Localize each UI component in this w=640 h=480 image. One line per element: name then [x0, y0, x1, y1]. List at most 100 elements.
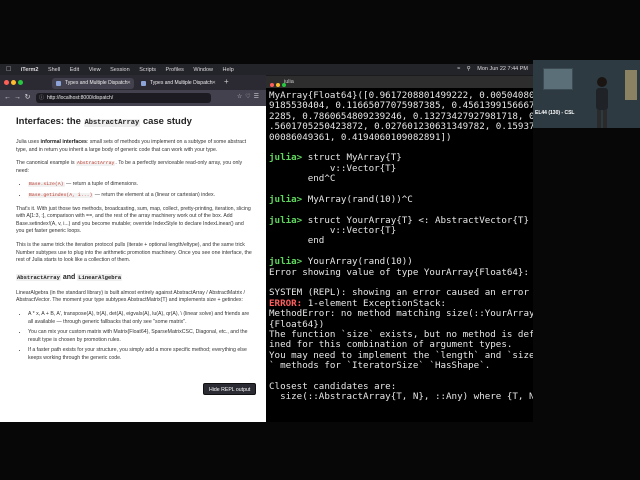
method-list: Base.size(A) — return a tuple of dimensi… [28, 181, 252, 199]
terminal-line: end [269, 236, 533, 246]
zoom-window-icon[interactable] [18, 80, 23, 85]
menu-app-name[interactable]: iTerm2 [21, 65, 39, 75]
terminal-text: SYSTEM (REPL): showing an error caused a… [269, 287, 529, 299]
terminal-text: end [269, 235, 325, 247]
menu-item-session[interactable]: Session [110, 65, 130, 75]
terminal-text: 2285, 0.7860654809239246, 0.132734279279… [269, 110, 533, 122]
terminal-line: size(::AbstractArray{T, N}, ::Any) where… [269, 392, 533, 402]
list-item: You can mix your custom matrix with Matr… [28, 329, 252, 344]
list-item: Base.getindex(A, i...) — return the elem… [28, 192, 252, 200]
repl-prompt: julia> [269, 214, 308, 226]
menu-item-shell[interactable]: Shell [48, 65, 60, 75]
terminal-text: You may need to implement the `length` a… [269, 349, 533, 361]
apple-icon[interactable]:  [6, 64, 11, 75]
camera-label: EL44 (130) - CSL [535, 110, 575, 116]
paragraph: The canonical example is AbstractArray. … [16, 160, 243, 174]
section-heading: Interfaces: the AbstractArray case study [16, 116, 192, 127]
terminal-text: 00086049361, 0.4194060109082891]) [269, 131, 452, 143]
terminal-text: {Float64}) [269, 318, 325, 330]
subsection-heading: AbstractArray and LinearAlgebra [16, 273, 123, 281]
camera-background-window [543, 68, 573, 90]
menu-item-window[interactable]: Window [193, 65, 213, 75]
tab-label: Types and Multiple Dispatch [150, 80, 213, 86]
browser-tab-active[interactable]: Types and Multiple Dispatch ✕ [52, 78, 134, 89]
terminal-line: Error showing value of type YourArray{Fl… [269, 267, 533, 278]
tab-close-icon[interactable]: ✕ [127, 78, 131, 89]
reload-icon[interactable]: ↻ [23, 93, 32, 103]
new-tab-icon[interactable]: + [224, 77, 229, 86]
webcam-feed: EL44 (130) - CSL [533, 60, 640, 128]
camera-light [625, 70, 637, 100]
terminal-text: ` methods for `IteratorSize` `HasShape`. [269, 360, 491, 372]
wifi-icon[interactable]: ≈ [457, 64, 460, 75]
browser-tab[interactable]: Types and Multiple Dispatch ✕ [137, 78, 219, 89]
hide-repl-output-button[interactable]: Hide REPL output [203, 383, 257, 395]
terminal-text: struct MyArray{T} [307, 152, 402, 164]
window-controls [270, 80, 288, 92]
terminal-text: The function `size` exists, but no metho… [269, 328, 533, 340]
menu-bar:  iTerm2 Shell Edit View Session Scripts… [0, 64, 533, 75]
paragraph: LinearAlgebra (in the standard library) … [16, 289, 245, 304]
terminal-text: 1-element ExceptionStack: [307, 297, 447, 309]
terminal-text: v::Vector{T} [269, 225, 397, 237]
menu-status-area: ≈ ⚲ Mon Jun 22 7:44 PM [452, 64, 528, 75]
paragraph: This is the same trick the iteration pro… [16, 241, 252, 264]
terminal-text: 9185530404, 0.11665077075987385, 0.45613… [269, 100, 533, 112]
terminal-text: size(::AbstractArray{T, N}, ::Any) where… [269, 391, 533, 403]
list-item: If a faster path exists for your structu… [28, 347, 252, 362]
menu-clock[interactable]: Mon Jun 22 7:44 PM [477, 64, 528, 75]
menu-item-view[interactable]: View [89, 65, 101, 75]
terminal-text: ined for this combination of argument ty… [269, 339, 513, 351]
minimize-window-icon[interactable] [11, 80, 16, 85]
menu-item-profiles[interactable]: Profiles [166, 65, 184, 75]
address-bar[interactable]: ⓘ http://localhost:8000/dispatch/ [36, 93, 211, 103]
toolbar-icons[interactable]: ☆♡☰ [237, 93, 262, 100]
terminal-output[interactable]: MyArray{Float64}([0.9617208801499222, 0.… [266, 88, 533, 422]
page-info-icon[interactable]: ⓘ [39, 93, 44, 103]
address-text: http://localhost:8000/dispatch/ [47, 95, 114, 101]
scene:  iTerm2 Shell Edit View Session Scripts… [0, 0, 640, 480]
terminal-text: MethodError: no method matching size(::Y… [269, 308, 533, 320]
zoom-window-icon[interactable] [282, 83, 286, 87]
tab-label: Types and Multiple Dispatch [65, 80, 128, 86]
terminal-line: julia> MyArray(rand(10))^C [269, 193, 533, 205]
terminal-window: julia MyArray{Float64}([0.96172088014992… [266, 76, 533, 422]
menu-item-scripts[interactable]: Scripts [139, 65, 156, 75]
terminal-text: YourArray(rand(10)) [307, 256, 413, 268]
tab-close-icon[interactable]: ✕ [212, 78, 216, 89]
terminal-text: MyArray{Float64}([0.9617208801499222, 0.… [269, 90, 533, 101]
terminal-text: struct YourArray{T} <: AbstractVector{T} [307, 214, 529, 226]
error-label: ERROR: [269, 297, 308, 309]
menu-item-edit[interactable]: Edit [70, 65, 79, 75]
document-content: Interfaces: the AbstractArray case study… [0, 106, 266, 422]
back-icon[interactable]: ← [3, 93, 12, 103]
forward-icon[interactable]: → [13, 93, 22, 103]
browser-tab-bar: Types and Multiple Dispatch ✕ Types and … [0, 75, 266, 90]
menu-item-help[interactable]: Help [223, 65, 234, 75]
terminal-text: end^C [269, 173, 336, 185]
terminal-text: Closest candidates are: [269, 380, 397, 392]
close-window-icon[interactable] [270, 83, 274, 87]
search-icon[interactable]: ⚲ [467, 64, 471, 75]
tab-favicon-icon [56, 81, 61, 86]
repl-prompt: julia> [269, 256, 308, 268]
terminal-line: 00086049361, 0.4194060109082891]) [269, 131, 533, 143]
terminal-text: .5601705250423872, 0.027601230631349782,… [269, 121, 533, 133]
repl-prompt: julia> [269, 193, 308, 205]
terminal-line: end^C [269, 173, 533, 185]
close-window-icon[interactable] [4, 80, 9, 85]
list-item: A * x, A + B, A', transpose(A), tr(A), d… [28, 311, 252, 326]
minimize-window-icon[interactable] [276, 83, 280, 87]
terminal-text: MyArray(rand(10))^C [307, 193, 413, 205]
browser-window: Types and Multiple Dispatch ✕ Types and … [0, 75, 266, 422]
terminal-title-bar: julia [266, 76, 533, 88]
list-item: Base.size(A) — return a tuple of dimensi… [28, 181, 252, 189]
terminal-line: ` methods for `IteratorSize` `HasShape`. [269, 360, 533, 372]
benefit-list: A * x, A + B, A', transpose(A), tr(A), d… [28, 311, 252, 363]
paragraph: That's it. With just those two methods, … [16, 205, 251, 235]
repl-prompt: julia> [269, 152, 308, 164]
browser-toolbar: ← → ↻ ⓘ http://localhost:8000/dispatch/ … [0, 90, 266, 106]
terminal-text: v::Vector{T} [269, 162, 397, 174]
presenter-silhouette [596, 77, 608, 128]
paragraph: Julia uses informal interfaces: small se… [16, 139, 247, 153]
